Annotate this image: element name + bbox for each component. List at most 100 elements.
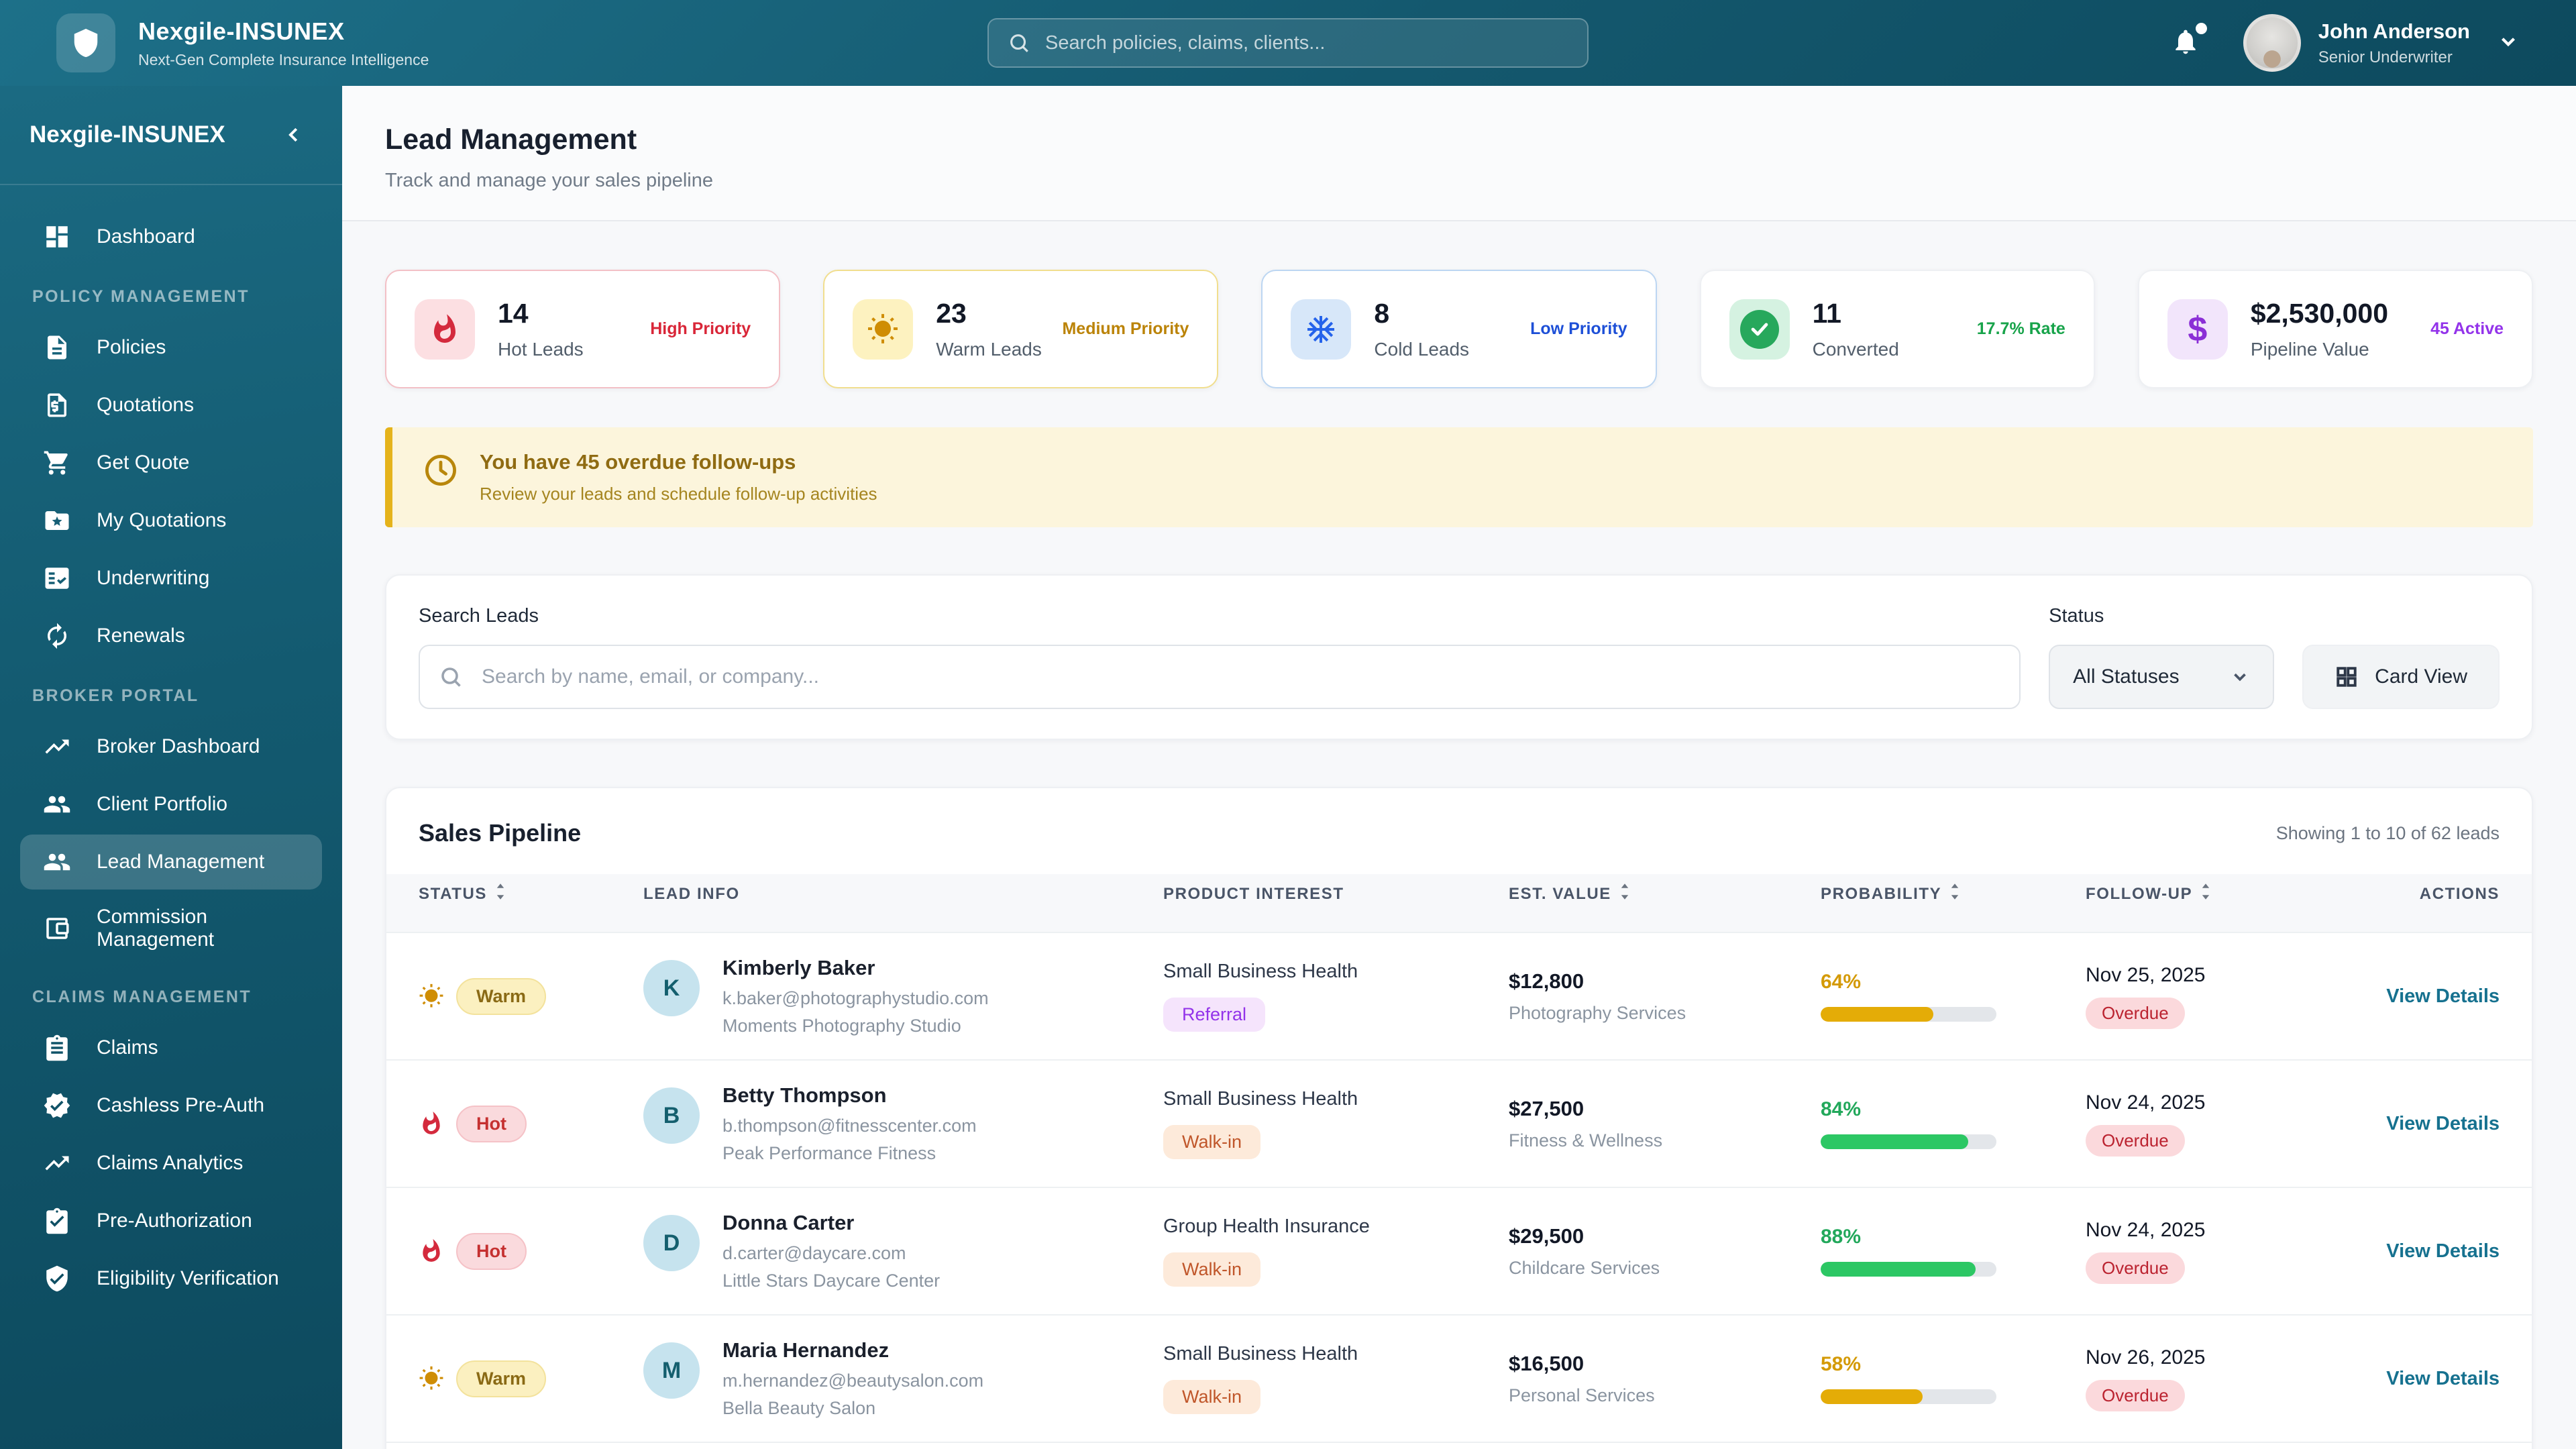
sidebar-item-client-portfolio[interactable]: Client Portfolio bbox=[20, 777, 322, 832]
table-row[interactable]: Warm M Maria Hernandez m.hernandez@beaut… bbox=[386, 1316, 2532, 1443]
sidebar-item-label: Renewals bbox=[97, 625, 185, 647]
column-header-est-value[interactable]: EST. VALUE bbox=[1509, 883, 1821, 905]
followup-date: Nov 25, 2025 bbox=[2086, 963, 2206, 986]
sidebar-item-label: Underwriting bbox=[97, 567, 210, 589]
stat-note: Low Priority bbox=[1530, 319, 1627, 338]
overdue-badge: Overdue bbox=[2086, 997, 2185, 1029]
sidebar-item-underwriting[interactable]: Underwriting bbox=[20, 551, 322, 606]
product-interest: Small Business Health bbox=[1163, 961, 1358, 982]
sun-icon bbox=[853, 299, 914, 360]
trend-icon bbox=[45, 1156, 69, 1171]
product-interest: Small Business Health bbox=[1163, 1088, 1358, 1110]
sort-icon bbox=[1948, 883, 1962, 905]
sidebar-item-lead-management[interactable]: Lead Management bbox=[20, 835, 322, 890]
table-header-row: STATUS LEAD INFO PRODUCT INTEREST EST. V… bbox=[386, 874, 2532, 933]
card-view-button[interactable]: Card View bbox=[2302, 645, 2500, 709]
view-details-link[interactable]: View Details bbox=[2386, 1240, 2500, 1263]
sidebar-item-cashless-preauth[interactable]: Cashless Pre-Auth bbox=[20, 1078, 322, 1133]
dollar-icon: $ bbox=[2167, 299, 2228, 360]
sidebar-section-policy: POLICY MANAGEMENT bbox=[32, 287, 250, 306]
global-search-input[interactable] bbox=[1045, 32, 1568, 54]
stat-value: $2,530,000 bbox=[2250, 298, 2389, 329]
stat-card-hot-leads[interactable]: 14 Hot Leads High Priority bbox=[385, 270, 781, 388]
view-details-link[interactable]: View Details bbox=[2386, 1368, 2500, 1390]
chevron-down-icon bbox=[2234, 673, 2246, 682]
table-row[interactable]: Hot B Betty Thompson b.thompson@fitnessc… bbox=[386, 1061, 2532, 1188]
sidebar-item-eligibility-verification[interactable]: Eligibility Verification bbox=[20, 1251, 322, 1306]
table-row[interactable]: Hot D Donna Carter d.carter@daycare.com … bbox=[386, 1188, 2532, 1316]
page-subtitle: Track and manage your sales pipeline bbox=[385, 170, 713, 191]
sidebar-item-claims[interactable]: Claims bbox=[20, 1020, 322, 1075]
stat-label: Hot Leads bbox=[498, 339, 584, 360]
stat-note: High Priority bbox=[650, 319, 751, 338]
sidebar-collapse-button[interactable] bbox=[275, 116, 313, 154]
status-dropdown[interactable]: All Statuses bbox=[2049, 645, 2275, 709]
chevron-down-icon bbox=[2501, 37, 2516, 46]
global-search[interactable] bbox=[987, 18, 1589, 68]
sidebar-item-pre-authorization[interactable]: Pre-Authorization bbox=[20, 1193, 322, 1248]
sidebar-item-broker-dashboard[interactable]: Broker Dashboard bbox=[20, 719, 322, 774]
sidebar-item-label: Quotations bbox=[97, 394, 195, 416]
stat-card-warm-leads[interactable]: 23 Warm Leads Medium Priority bbox=[823, 270, 1219, 388]
source-badge: Referral bbox=[1163, 998, 1266, 1032]
probability-value: 84% bbox=[1821, 1098, 1862, 1120]
status-badge: Warm bbox=[456, 1360, 547, 1397]
avatar: D bbox=[643, 1215, 700, 1271]
stat-card-cold-leads[interactable]: 8 Cold Leads Low Priority bbox=[1261, 270, 1657, 388]
filter-bar: Search Leads Status All Statuses Card Vi… bbox=[385, 574, 2533, 740]
overdue-alert: You have 45 overdue follow-ups Review yo… bbox=[385, 427, 2533, 527]
sidebar-item-claims-analytics[interactable]: Claims Analytics bbox=[20, 1136, 322, 1191]
sidebar-item-commission-management[interactable]: Commission Management bbox=[20, 892, 322, 965]
sidebar-item-label: Policies bbox=[97, 336, 166, 358]
product-interest: Small Business Health bbox=[1163, 1343, 1358, 1364]
column-header-status[interactable]: STATUS bbox=[419, 883, 643, 905]
lead-email: d.carter@daycare.com bbox=[722, 1243, 906, 1263]
est-value: $12,800 bbox=[1509, 969, 1585, 993]
sidebar-item-policies[interactable]: Policies bbox=[20, 320, 322, 375]
view-details-link[interactable]: View Details bbox=[2386, 985, 2500, 1008]
sort-icon bbox=[1618, 883, 1631, 905]
column-header-actions: ACTIONS bbox=[2419, 884, 2500, 903]
sort-icon bbox=[2199, 883, 2212, 905]
followup-date: Nov 26, 2025 bbox=[2086, 1346, 2206, 1368]
sidebar-item-label: Pre-Authorization bbox=[97, 1210, 252, 1232]
renew-icon bbox=[48, 623, 66, 649]
sidebar-item-label: Client Portfolio bbox=[97, 793, 228, 815]
lead-name: Maria Hernandez bbox=[722, 1338, 890, 1362]
view-details-link[interactable]: View Details bbox=[2386, 1113, 2500, 1135]
people-icon bbox=[44, 853, 70, 871]
chevron-left-icon bbox=[288, 127, 298, 142]
sidebar-item-get-quote[interactable]: Get Quote bbox=[20, 435, 322, 490]
stat-card-pipeline-value[interactable]: $ $2,530,000 Pipeline Value 45 Active bbox=[2137, 270, 2534, 388]
table-row[interactable]: Warm C Catherine Green c.green@interiord… bbox=[386, 1443, 2532, 1449]
shield-check-icon bbox=[46, 1265, 68, 1292]
sidebar-item-renewals[interactable]: Renewals bbox=[20, 608, 322, 663]
user-name: John Anderson bbox=[2318, 19, 2470, 43]
shield-icon bbox=[74, 28, 98, 58]
lead-search-input[interactable] bbox=[419, 645, 2021, 709]
user-menu-toggle[interactable] bbox=[2497, 30, 2520, 56]
app-tagline: Next-Gen Complete Insurance Intelligence bbox=[138, 50, 429, 68]
lead-name: Donna Carter bbox=[722, 1211, 855, 1234]
column-header-followup[interactable]: FOLLOW-UP ACTIONS bbox=[2086, 883, 2500, 905]
sidebar-item-quotations[interactable]: Quotations bbox=[20, 378, 322, 433]
app-title: Nexgile-INSUNEX bbox=[138, 17, 345, 45]
user-avatar[interactable] bbox=[2243, 14, 2301, 72]
sun-icon bbox=[419, 1366, 443, 1390]
sidebar-item-label: Dashboard bbox=[97, 225, 195, 248]
sidebar-item-my-quotations[interactable]: My Quotations bbox=[20, 493, 322, 548]
stat-cards: 14 Hot Leads High Priority 23 Warm Leads… bbox=[342, 221, 2576, 388]
column-header-probability[interactable]: PROBABILITY bbox=[1821, 883, 2086, 905]
lead-email: m.hernandez@beautysalon.com bbox=[722, 1371, 984, 1391]
stat-card-converted[interactable]: 11 Converted 17.7% Rate bbox=[1699, 270, 2095, 388]
alert-title: You have 45 overdue follow-ups bbox=[480, 450, 796, 474]
table-row[interactable]: Warm K Kimberly Baker k.baker@photograph… bbox=[386, 933, 2532, 1061]
page-title: Lead Management bbox=[385, 123, 637, 156]
notifications-button[interactable] bbox=[2171, 22, 2207, 60]
stat-label: Pipeline Value bbox=[2250, 339, 2369, 360]
sidebar-item-label: Eligibility Verification bbox=[97, 1267, 279, 1289]
lead-name: Kimberly Baker bbox=[722, 956, 875, 979]
grid-view-icon bbox=[2337, 667, 2357, 687]
search-icon bbox=[1010, 34, 1028, 52]
sidebar-item-dashboard[interactable]: Dashboard bbox=[20, 209, 322, 264]
